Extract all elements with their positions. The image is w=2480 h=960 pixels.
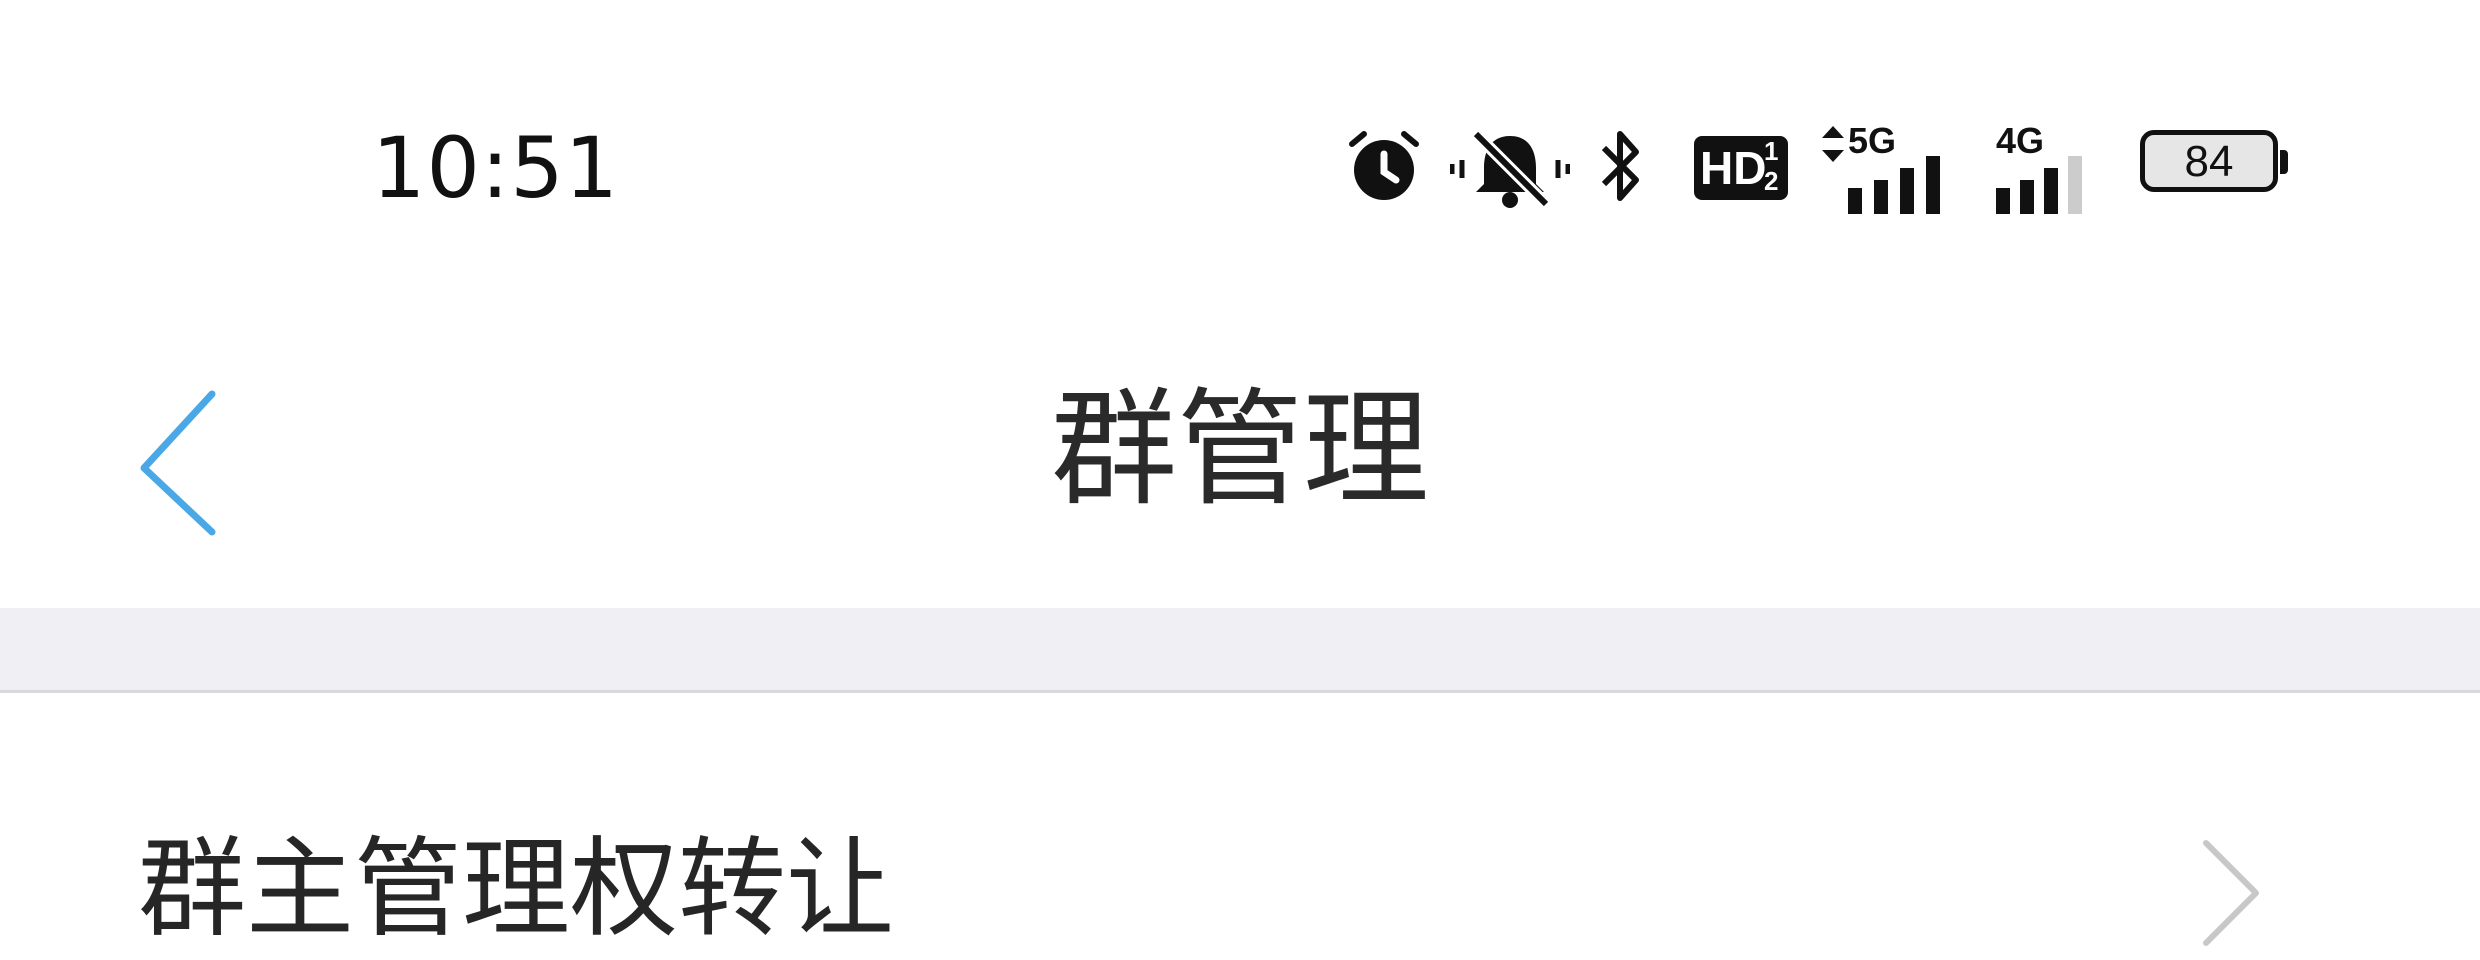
nav-bar: 群管理 — [0, 330, 2480, 608]
list-item-transfer-ownership[interactable]: 群主管理权转让 — [0, 690, 2480, 960]
bluetooth-icon — [1601, 131, 1639, 201]
silent-bell-icon — [1450, 129, 1570, 209]
status-bar: 10:51 HD 1 2 5G 4G 84 — [0, 0, 2480, 330]
4g-signal-icon: 4G — [1996, 120, 2116, 214]
hd-sub: 2 — [1764, 166, 1779, 196]
signal-bars-icon — [1848, 156, 1940, 214]
battery-level: 84 — [2184, 137, 2234, 186]
alarm-icon — [1349, 131, 1419, 200]
hd-label: HD — [1700, 142, 1767, 194]
battery-icon: 84 — [2140, 130, 2290, 200]
data-arrows-icon — [1822, 126, 1844, 162]
list-item-label: 群主管理权转让 — [138, 827, 895, 952]
signal-bars-icon — [1996, 156, 2082, 214]
hd-icon: HD 1 2 — [1694, 136, 1788, 200]
page-title: 群管理 — [1051, 376, 1429, 523]
hd-sup: 1 — [1764, 136, 1779, 166]
status-icons: HD 1 2 5G 4G 84 — [1330, 118, 2330, 218]
section-divider — [0, 608, 2480, 692]
5g-signal-icon: 5G — [1818, 120, 1968, 214]
chevron-right-icon — [2203, 840, 2259, 946]
status-time: 10:51 — [372, 119, 620, 217]
